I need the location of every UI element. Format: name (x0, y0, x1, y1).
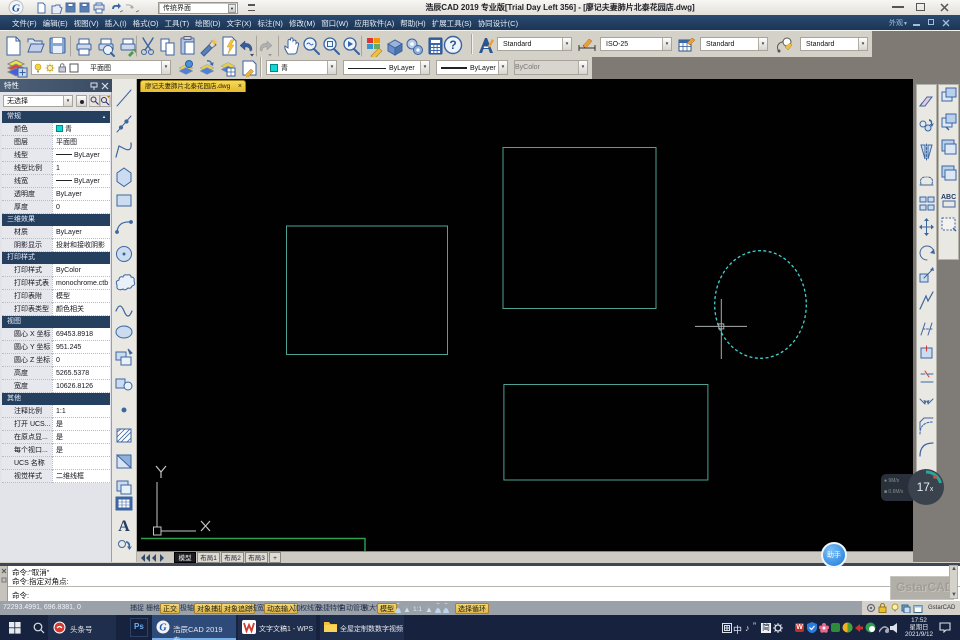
svg-text:ABC: ABC (941, 194, 956, 201)
svg-text:?: ? (449, 38, 456, 52)
svg-text:A: A (118, 518, 130, 535)
svg-text:▲: ▲ (403, 605, 411, 614)
svg-text:1:1: 1:1 (413, 606, 422, 613)
svg-text:G: G (12, 3, 20, 15)
svg-text:G: G (159, 623, 167, 634)
svg-text:17x: 17x (917, 480, 934, 494)
svg-text:▲: ▲ (425, 605, 433, 614)
